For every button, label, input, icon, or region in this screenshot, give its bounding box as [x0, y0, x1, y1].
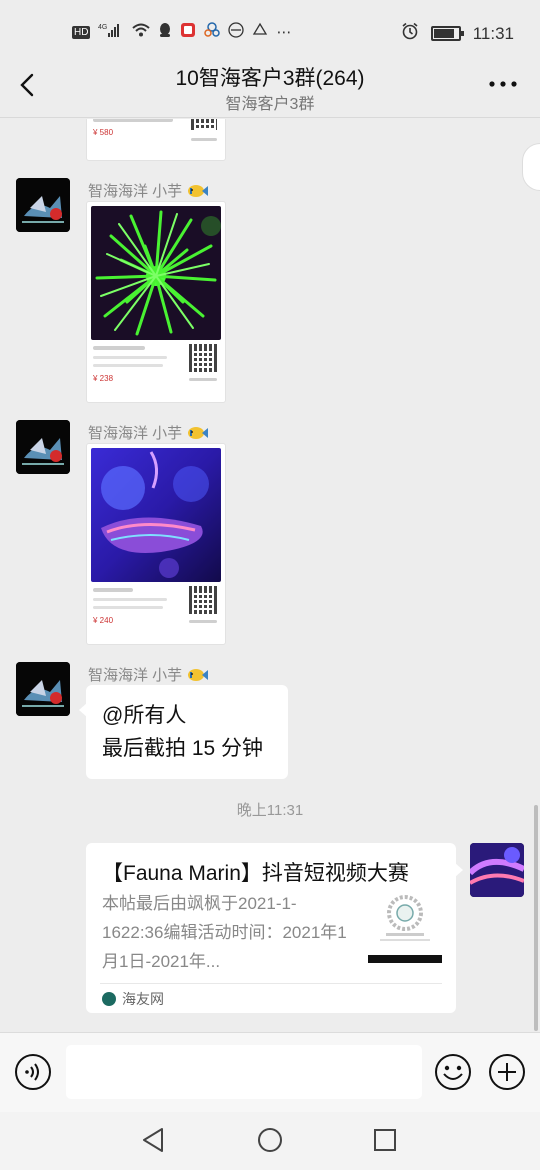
green-anemone-image: [91, 206, 221, 340]
plus-icon[interactable]: [488, 1053, 526, 1091]
app-notification-icon-4: [252, 22, 268, 42]
system-back-icon[interactable]: [140, 1126, 168, 1154]
sender-name: 智海海洋 小芋: [88, 664, 209, 685]
qq-icon: [158, 22, 172, 42]
message-timestamp: 晚上11:31: [236, 802, 304, 819]
alarm-icon: [401, 22, 419, 45]
link-source: 海友网: [102, 989, 164, 1009]
sender-name-text: 智海海洋 小芋: [88, 183, 183, 200]
fish-emoji-icon: [188, 184, 209, 197]
card-text-line: [93, 364, 163, 367]
emoji-icon[interactable]: [434, 1053, 472, 1091]
avatar[interactable]: [16, 420, 70, 474]
card-text-line: [93, 356, 167, 359]
avatar[interactable]: [16, 178, 70, 232]
status-left-indicators: HD 4G ⋯: [72, 22, 291, 42]
more-dots-icon[interactable]: [488, 78, 518, 90]
link-divider: [100, 983, 442, 984]
link-title: 【Fauna Marin】抖音短视频大赛: [102, 862, 409, 885]
fish-emoji-icon: [188, 668, 209, 681]
qr-code: [189, 586, 217, 614]
product-card[interactable]: ¥ 240: [86, 443, 226, 645]
card-text-line: [93, 588, 133, 592]
svg-text:4G: 4G: [98, 24, 107, 31]
system-recent-apps-icon[interactable]: [372, 1127, 398, 1153]
source-logo-icon: [102, 992, 116, 1006]
message-input[interactable]: [66, 1045, 422, 1099]
scroll-to-top-handle[interactable]: [522, 143, 540, 191]
qr-code: [191, 119, 217, 140]
chat-header: 10智海客户3群(264) 智海客户3群: [0, 52, 540, 118]
avatar[interactable]: [16, 662, 70, 716]
card-text-line: [93, 598, 167, 601]
system-navigation-bar: [0, 1112, 540, 1170]
battery-icon: [430, 26, 464, 41]
link-thumbnail: [368, 889, 442, 965]
chat-title: 10智海客户3群(264): [175, 67, 365, 90]
card-price: ¥ 238: [93, 374, 114, 383]
qr-code: [189, 344, 217, 372]
product-image: [91, 206, 221, 340]
more-notifications-icon: ⋯: [276, 24, 292, 41]
chat-message-list[interactable]: ¥ 580 智海海洋 小芋 ¥ 238 智海海洋 小芋 ¥ 240 智海海洋 小…: [0, 119, 540, 1032]
card-text-line: [93, 346, 145, 350]
card-text-line: [191, 138, 217, 141]
blue-coral-image: [91, 448, 221, 582]
status-time: 11:31: [472, 23, 514, 43]
app-notification-icon: [180, 22, 196, 42]
voice-icon[interactable]: [14, 1053, 52, 1091]
chat-subtitle: 智海客户3群: [225, 96, 315, 113]
battery-level: [433, 29, 454, 38]
sender-name: 智海海洋 小芋: [88, 180, 209, 201]
card-text-line: [93, 606, 163, 609]
app-notification-icon-3: [228, 22, 245, 42]
card-text-line: [189, 620, 217, 623]
wifi-icon: [132, 23, 151, 41]
card-text-line: [93, 119, 173, 122]
sender-name-text: 智海海洋 小芋: [88, 425, 183, 442]
link-description: 本帖最后由飒枫于2021-1-1622:36编辑活动时间：2021年1月1日-2…: [102, 894, 347, 971]
card-price: ¥ 580: [93, 128, 114, 137]
link-source-name: 海友网: [122, 991, 164, 1007]
sender-name-text: 智海海洋 小芋: [88, 667, 183, 684]
system-home-icon[interactable]: [256, 1126, 284, 1154]
link-share-card[interactable]: 【Fauna Marin】抖音短视频大赛 本帖最后由飒枫于2021-1-1622…: [86, 843, 463, 1013]
product-card[interactable]: ¥ 238: [86, 201, 226, 403]
text-message-bubble[interactable]: @所有人 最后截拍 15 分钟: [79, 685, 288, 779]
scrollbar[interactable]: [534, 805, 538, 1031]
product-image: [91, 448, 221, 582]
sender-name: 智海海洋 小芋: [88, 422, 209, 443]
card-text-line: [189, 378, 217, 381]
message-line: @所有人: [102, 704, 187, 727]
message-line: 最后截拍 15 分钟: [102, 737, 264, 760]
product-card[interactable]: ¥ 580: [86, 119, 226, 161]
status-right: 11:31: [401, 22, 514, 45]
signal-icon: 4G: [98, 22, 124, 42]
fish-emoji-icon: [188, 426, 209, 439]
input-bar: [0, 1032, 540, 1112]
app-notification-icon-2: [204, 22, 221, 42]
network-badge: HD: [72, 25, 91, 39]
card-price: ¥ 240: [93, 616, 114, 625]
self-avatar[interactable]: [470, 843, 524, 897]
